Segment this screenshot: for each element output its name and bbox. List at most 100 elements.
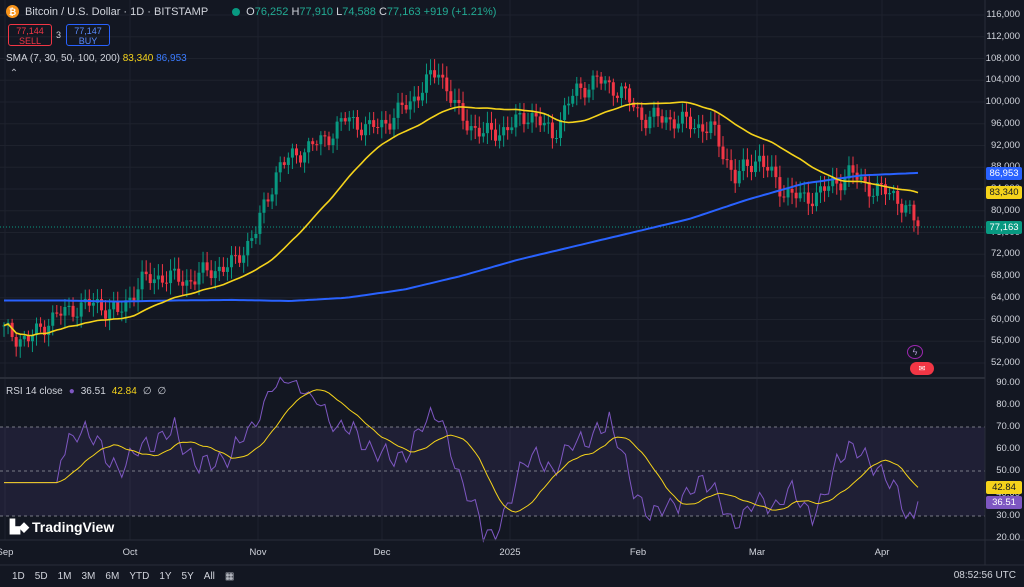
rsi-extra-1: ∅ [142,386,152,397]
candle-body [449,91,453,103]
candle-body [733,169,737,184]
sma-blue-tag: 86,953 [986,167,1022,180]
candle-body [668,117,672,120]
candle-body [148,274,152,284]
candle-body [778,177,782,197]
timeframe-5y[interactable]: 5Y [182,571,194,582]
buy-button[interactable]: 77,147 BUY [66,24,110,46]
timeframe-1m[interactable]: 1M [58,571,72,582]
candle-body [39,323,43,327]
time-axis-label: 2025 [499,547,521,558]
candle-body [144,271,148,275]
collapse-legend-icon[interactable]: ⌃ [6,68,22,82]
candle-body [266,199,270,202]
candle-body [534,113,538,117]
candle-body [26,335,30,342]
candle-body [140,271,144,290]
timeframe-all[interactable]: All [204,571,215,582]
sma-yellow-tag: 83,340 [986,186,1022,199]
candle-body [506,127,510,131]
timeframe-bar[interactable]: 1D 5D 1M 3M 6M YTD 1Y 5Y All ▦ [0,565,1024,587]
price-axis-label: 92,000 [990,139,1020,151]
time-axis-label: Oct [122,547,138,558]
candle-body [262,199,266,213]
candle-body [522,113,526,125]
candle-body [238,255,242,263]
candle-body [359,129,363,136]
price-axis-label: 100,000 [985,96,1020,107]
rsi-axis-label: 50.00 [996,465,1020,477]
candle-body [445,77,449,92]
candle-body [538,116,542,126]
candle-body [871,195,875,197]
candle-body [510,127,514,131]
timeframe-1d[interactable]: 1D [12,571,25,582]
candle-body [355,117,359,130]
timeframe-6m[interactable]: 6M [105,571,119,582]
candle-body [299,155,303,163]
price-axis-label: 96,000 [990,117,1020,129]
symbol-header[interactable]: ₿ Bitcoin / U.S. Dollar · 1D · BITSTAMP … [6,5,496,18]
timeframe-1y[interactable]: 1Y [159,571,171,582]
rsi-axis-label: 20.00 [996,531,1020,543]
candle-body [908,204,912,206]
candle-body [327,136,331,146]
flag-icon[interactable]: ✉︎ [910,362,934,375]
candle-body [71,305,75,317]
candle-body [583,87,587,98]
price-axis-label: 64,000 [990,291,1020,303]
candle-body [725,159,729,161]
candle-body [888,193,892,195]
price-axis-label: 68,000 [990,270,1020,281]
lightning-icon[interactable]: ϟ [907,345,923,359]
candle-body [416,96,420,101]
brand-name: TradingView [32,519,115,535]
candle-body [339,118,343,122]
candle-body [457,99,461,104]
candle-body [680,111,684,124]
timeframe-3m[interactable]: 3M [82,571,96,582]
time-axis-label: Feb [629,547,647,558]
sma-legend[interactable]: SMA (7, 30, 50, 100, 200) 83,340 86,953 [6,53,187,64]
candle-body [684,111,688,117]
timeframe-ytd[interactable]: YTD [129,571,149,582]
candle-body [408,101,412,110]
ohlc-values: O76,252 H77,910 L74,588 C77,163 +919 (+1… [246,5,497,18]
candle-body [591,75,595,90]
candle-body [485,122,489,134]
rsi-extra-2: ∅ [157,386,167,397]
sell-button[interactable]: 77,144 SELL [8,24,52,46]
candle-body [433,70,437,78]
candle-body [274,172,278,195]
candle-body [315,144,319,146]
candle-body [242,255,246,263]
candle-body [388,123,392,130]
price-axis-label: 108,000 [985,52,1020,64]
candle-body [254,233,258,239]
rsi-tag: 36.51 [986,496,1022,509]
sma-yellow-value: 83,340 [122,53,154,64]
rsi-legend[interactable]: RSI 14 close ● 36.51 42.84 ∅ ∅ [6,386,166,397]
candle-body [530,113,534,123]
time-axis-label: Apr [874,547,890,558]
timeframe-5d[interactable]: 5D [35,571,48,582]
candle-body [465,120,469,131]
candle-body [303,152,307,163]
date-range-calendar-icon[interactable]: ▦ [225,571,234,582]
symbol-title[interactable]: Bitcoin / U.S. Dollar · 1D · BITSTAMP [25,6,208,18]
candle-body [603,80,607,84]
candle-body [185,280,189,286]
candle-body [859,176,863,180]
candle-body [270,194,274,202]
candle-body [615,95,619,98]
candle-body [429,70,433,75]
last-price-tag: 77,163 [986,221,1022,234]
candle-body [441,74,445,78]
candle-body [664,117,668,123]
candle-body [741,159,745,172]
candle-body [737,171,741,184]
price-axis-label: 116,000 [986,9,1020,20]
candle-body [477,127,481,137]
candle-body [648,116,652,129]
price-chart[interactable] [0,0,1024,587]
